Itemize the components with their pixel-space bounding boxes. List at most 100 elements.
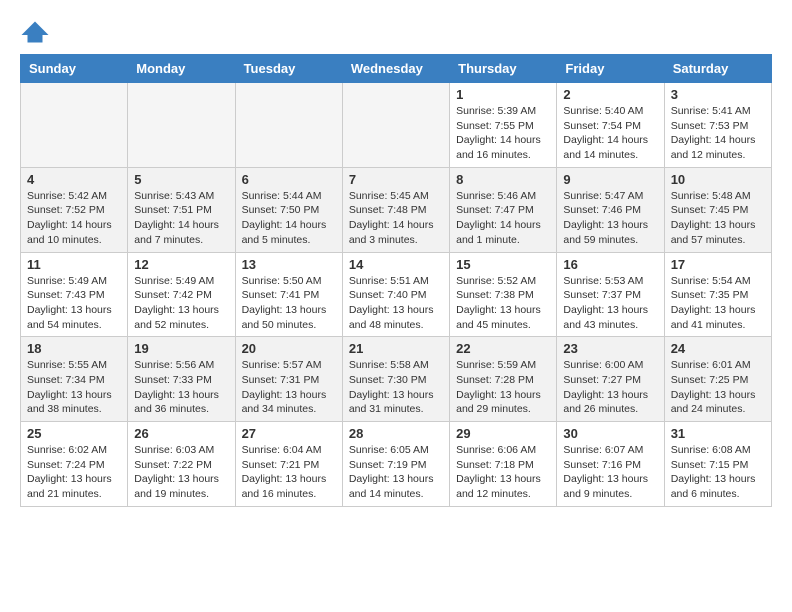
day-cell: 19 Sunrise: 5:56 AMSunset: 7:33 PMDayligh… xyxy=(128,337,235,422)
day-info: Sunrise: 5:54 AMSunset: 7:35 PMDaylight:… xyxy=(671,274,765,333)
day-number: 2 xyxy=(563,87,657,102)
day-info: Sunrise: 5:42 AMSunset: 7:52 PMDaylight:… xyxy=(27,189,121,248)
header-cell-sunday: Sunday xyxy=(21,55,128,83)
day-cell: 4 Sunrise: 5:42 AMSunset: 7:52 PMDaylight… xyxy=(21,167,128,252)
day-info: Sunrise: 6:03 AMSunset: 7:22 PMDaylight:… xyxy=(134,443,228,502)
day-number: 3 xyxy=(671,87,765,102)
logo xyxy=(20,20,54,44)
day-number: 26 xyxy=(134,426,228,441)
day-cell: 8 Sunrise: 5:46 AMSunset: 7:47 PMDaylight… xyxy=(450,167,557,252)
day-info: Sunrise: 5:39 AMSunset: 7:55 PMDaylight:… xyxy=(456,104,550,163)
day-number: 4 xyxy=(27,172,121,187)
day-cell: 1 Sunrise: 5:39 AMSunset: 7:55 PMDaylight… xyxy=(450,83,557,168)
day-info: Sunrise: 6:08 AMSunset: 7:15 PMDaylight:… xyxy=(671,443,765,502)
day-cell: 17 Sunrise: 5:54 AMSunset: 7:35 PMDayligh… xyxy=(664,252,771,337)
day-cell: 20 Sunrise: 5:57 AMSunset: 7:31 PMDayligh… xyxy=(235,337,342,422)
day-cell: 6 Sunrise: 5:44 AMSunset: 7:50 PMDaylight… xyxy=(235,167,342,252)
day-info: Sunrise: 6:02 AMSunset: 7:24 PMDaylight:… xyxy=(27,443,121,502)
day-info: Sunrise: 5:44 AMSunset: 7:50 PMDaylight:… xyxy=(242,189,336,248)
day-cell: 26 Sunrise: 6:03 AMSunset: 7:22 PMDayligh… xyxy=(128,422,235,507)
day-info: Sunrise: 6:01 AMSunset: 7:25 PMDaylight:… xyxy=(671,358,765,417)
day-cell: 9 Sunrise: 5:47 AMSunset: 7:46 PMDaylight… xyxy=(557,167,664,252)
day-number: 12 xyxy=(134,257,228,272)
day-number: 11 xyxy=(27,257,121,272)
day-number: 8 xyxy=(456,172,550,187)
day-info: Sunrise: 5:41 AMSunset: 7:53 PMDaylight:… xyxy=(671,104,765,163)
day-info: Sunrise: 6:07 AMSunset: 7:16 PMDaylight:… xyxy=(563,443,657,502)
week-row-4: 18 Sunrise: 5:55 AMSunset: 7:34 PMDayligh… xyxy=(21,337,772,422)
day-cell: 12 Sunrise: 5:49 AMSunset: 7:42 PMDayligh… xyxy=(128,252,235,337)
day-cell: 28Sunrise: 6:05 AMSunset: 7:19 PMDayligh… xyxy=(342,422,449,507)
day-info: Sunrise: 6:00 AMSunset: 7:27 PMDaylight:… xyxy=(563,358,657,417)
page-header xyxy=(20,20,772,44)
header-cell-tuesday: Tuesday xyxy=(235,55,342,83)
day-cell xyxy=(342,83,449,168)
day-info: Sunrise: 6:04 AMSunset: 7:21 PMDaylight:… xyxy=(242,443,336,502)
day-cell: 25 Sunrise: 6:02 AMSunset: 7:24 PMDayligh… xyxy=(21,422,128,507)
day-cell: 30Sunrise: 6:07 AMSunset: 7:16 PMDayligh… xyxy=(557,422,664,507)
day-cell: 18 Sunrise: 5:55 AMSunset: 7:34 PMDayligh… xyxy=(21,337,128,422)
day-cell: 24Sunrise: 6:01 AMSunset: 7:25 PMDayligh… xyxy=(664,337,771,422)
day-cell: 14 Sunrise: 5:51 AMSunset: 7:40 PMDayligh… xyxy=(342,252,449,337)
day-info: Sunrise: 5:46 AMSunset: 7:47 PMDaylight:… xyxy=(456,189,550,248)
day-info: Sunrise: 5:40 AMSunset: 7:54 PMDaylight:… xyxy=(563,104,657,163)
day-number: 13 xyxy=(242,257,336,272)
day-number: 1 xyxy=(456,87,550,102)
day-cell xyxy=(235,83,342,168)
day-info: Sunrise: 5:48 AMSunset: 7:45 PMDaylight:… xyxy=(671,189,765,248)
day-cell: 15Sunrise: 5:52 AMSunset: 7:38 PMDayligh… xyxy=(450,252,557,337)
day-number: 9 xyxy=(563,172,657,187)
header-cell-friday: Friday xyxy=(557,55,664,83)
day-cell: 21Sunrise: 5:58 AMSunset: 7:30 PMDayligh… xyxy=(342,337,449,422)
day-info: Sunrise: 5:53 AMSunset: 7:37 PMDaylight:… xyxy=(563,274,657,333)
day-number: 29 xyxy=(456,426,550,441)
day-info: Sunrise: 5:45 AMSunset: 7:48 PMDaylight:… xyxy=(349,189,443,248)
day-cell: 2 Sunrise: 5:40 AMSunset: 7:54 PMDaylight… xyxy=(557,83,664,168)
day-cell: 10Sunrise: 5:48 AMSunset: 7:45 PMDayligh… xyxy=(664,167,771,252)
day-info: Sunrise: 5:47 AMSunset: 7:46 PMDaylight:… xyxy=(563,189,657,248)
day-cell: 27 Sunrise: 6:04 AMSunset: 7:21 PMDayligh… xyxy=(235,422,342,507)
calendar-table: SundayMondayTuesdayWednesdayThursdayFrid… xyxy=(20,54,772,507)
day-number: 28 xyxy=(349,426,443,441)
day-number: 14 xyxy=(349,257,443,272)
day-number: 18 xyxy=(27,341,121,356)
day-cell: 13 Sunrise: 5:50 AMSunset: 7:41 PMDayligh… xyxy=(235,252,342,337)
day-number: 21 xyxy=(349,341,443,356)
day-number: 6 xyxy=(242,172,336,187)
day-info: Sunrise: 6:06 AMSunset: 7:18 PMDaylight:… xyxy=(456,443,550,502)
day-info: Sunrise: 5:57 AMSunset: 7:31 PMDaylight:… xyxy=(242,358,336,417)
day-info: Sunrise: 5:52 AMSunset: 7:38 PMDaylight:… xyxy=(456,274,550,333)
day-info: Sunrise: 5:51 AMSunset: 7:40 PMDaylight:… xyxy=(349,274,443,333)
header-cell-monday: Monday xyxy=(128,55,235,83)
day-number: 5 xyxy=(134,172,228,187)
day-info: Sunrise: 5:56 AMSunset: 7:33 PMDaylight:… xyxy=(134,358,228,417)
day-number: 17 xyxy=(671,257,765,272)
day-info: Sunrise: 5:49 AMSunset: 7:43 PMDaylight:… xyxy=(27,274,121,333)
week-row-3: 11 Sunrise: 5:49 AMSunset: 7:43 PMDayligh… xyxy=(21,252,772,337)
day-cell: 3 Sunrise: 5:41 AMSunset: 7:53 PMDaylight… xyxy=(664,83,771,168)
day-info: Sunrise: 5:55 AMSunset: 7:34 PMDaylight:… xyxy=(27,358,121,417)
day-info: Sunrise: 5:49 AMSunset: 7:42 PMDaylight:… xyxy=(134,274,228,333)
day-number: 16 xyxy=(563,257,657,272)
day-number: 27 xyxy=(242,426,336,441)
day-cell: 16 Sunrise: 5:53 AMSunset: 7:37 PMDayligh… xyxy=(557,252,664,337)
day-cell: 7 Sunrise: 5:45 AMSunset: 7:48 PMDaylight… xyxy=(342,167,449,252)
day-cell: 11 Sunrise: 5:49 AMSunset: 7:43 PMDayligh… xyxy=(21,252,128,337)
day-cell xyxy=(128,83,235,168)
day-number: 25 xyxy=(27,426,121,441)
day-cell: 23Sunrise: 6:00 AMSunset: 7:27 PMDayligh… xyxy=(557,337,664,422)
day-info: Sunrise: 5:43 AMSunset: 7:51 PMDaylight:… xyxy=(134,189,228,248)
header-row: SundayMondayTuesdayWednesdayThursdayFrid… xyxy=(21,55,772,83)
day-cell: 5 Sunrise: 5:43 AMSunset: 7:51 PMDaylight… xyxy=(128,167,235,252)
week-row-2: 4 Sunrise: 5:42 AMSunset: 7:52 PMDaylight… xyxy=(21,167,772,252)
day-number: 7 xyxy=(349,172,443,187)
header-cell-wednesday: Wednesday xyxy=(342,55,449,83)
day-number: 19 xyxy=(134,341,228,356)
week-row-5: 25 Sunrise: 6:02 AMSunset: 7:24 PMDayligh… xyxy=(21,422,772,507)
day-info: Sunrise: 5:50 AMSunset: 7:41 PMDaylight:… xyxy=(242,274,336,333)
day-cell: 22 Sunrise: 5:59 AMSunset: 7:28 PMDayligh… xyxy=(450,337,557,422)
day-info: Sunrise: 5:59 AMSunset: 7:28 PMDaylight:… xyxy=(456,358,550,417)
day-number: 20 xyxy=(242,341,336,356)
day-cell: 31Sunrise: 6:08 AMSunset: 7:15 PMDayligh… xyxy=(664,422,771,507)
day-number: 22 xyxy=(456,341,550,356)
